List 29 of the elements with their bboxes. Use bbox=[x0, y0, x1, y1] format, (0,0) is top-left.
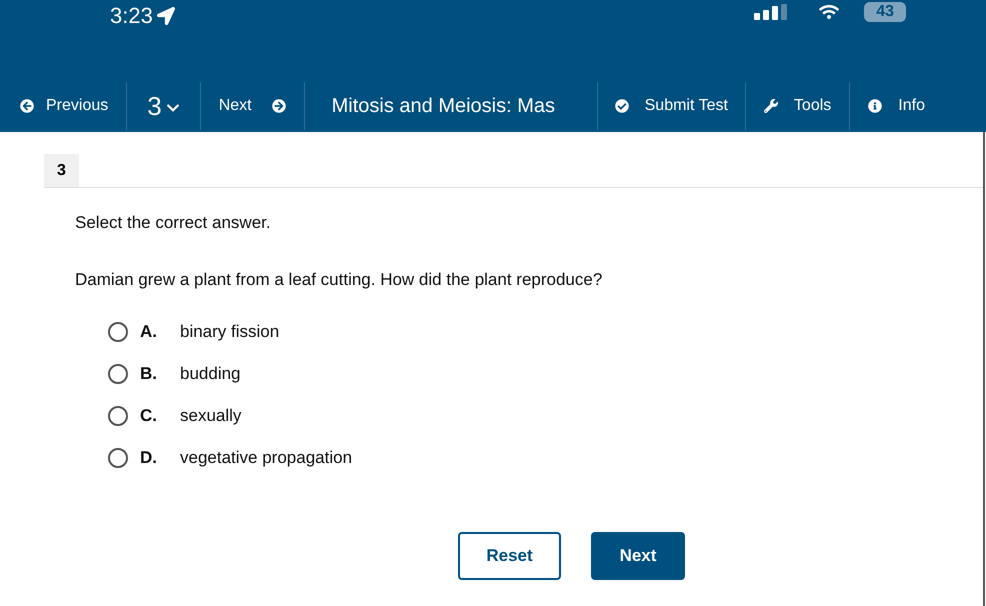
radio-button[interactable] bbox=[108, 406, 128, 426]
next-button[interactable]: Next bbox=[591, 532, 685, 580]
instruction-text: Select the correct answer. bbox=[75, 212, 272, 234]
info-icon bbox=[868, 99, 882, 113]
check-icon bbox=[614, 99, 629, 113]
next-nav-button[interactable]: Next bbox=[200, 80, 304, 132]
submit-test-button[interactable]: Submit Test bbox=[598, 80, 745, 132]
answer-option[interactable]: C. sexually bbox=[108, 404, 250, 428]
radio-button[interactable] bbox=[108, 448, 128, 468]
wrench-icon bbox=[764, 99, 778, 113]
info-button[interactable]: Info bbox=[850, 80, 943, 132]
battery-indicator: 43 bbox=[864, 2, 906, 22]
forward-icon bbox=[272, 99, 286, 113]
reset-button[interactable]: Reset bbox=[458, 532, 561, 580]
answer-option[interactable]: D. vegetative propagation bbox=[108, 446, 360, 470]
back-icon bbox=[20, 99, 34, 113]
answer-option[interactable]: A. binary fission bbox=[108, 320, 288, 344]
radio-button[interactable] bbox=[108, 322, 128, 342]
test-title: Mitosis and Meiosis: Mas bbox=[332, 95, 556, 117]
status-time: 3:23 bbox=[110, 2, 153, 30]
question-number: 3 bbox=[44, 154, 79, 187]
wifi-icon bbox=[818, 4, 840, 20]
tools-button[interactable]: Tools bbox=[746, 80, 850, 132]
previous-button[interactable]: Previous bbox=[0, 80, 126, 132]
radio-button[interactable] bbox=[108, 364, 128, 384]
question-number-dropdown[interactable]: 3 bbox=[127, 80, 200, 132]
answer-option[interactable]: B. budding bbox=[108, 362, 249, 386]
location-icon bbox=[156, 6, 175, 25]
question-prompt: Damian grew a plant from a leaf cutting. How did the plant reproduce? bbox=[75, 268, 604, 290]
